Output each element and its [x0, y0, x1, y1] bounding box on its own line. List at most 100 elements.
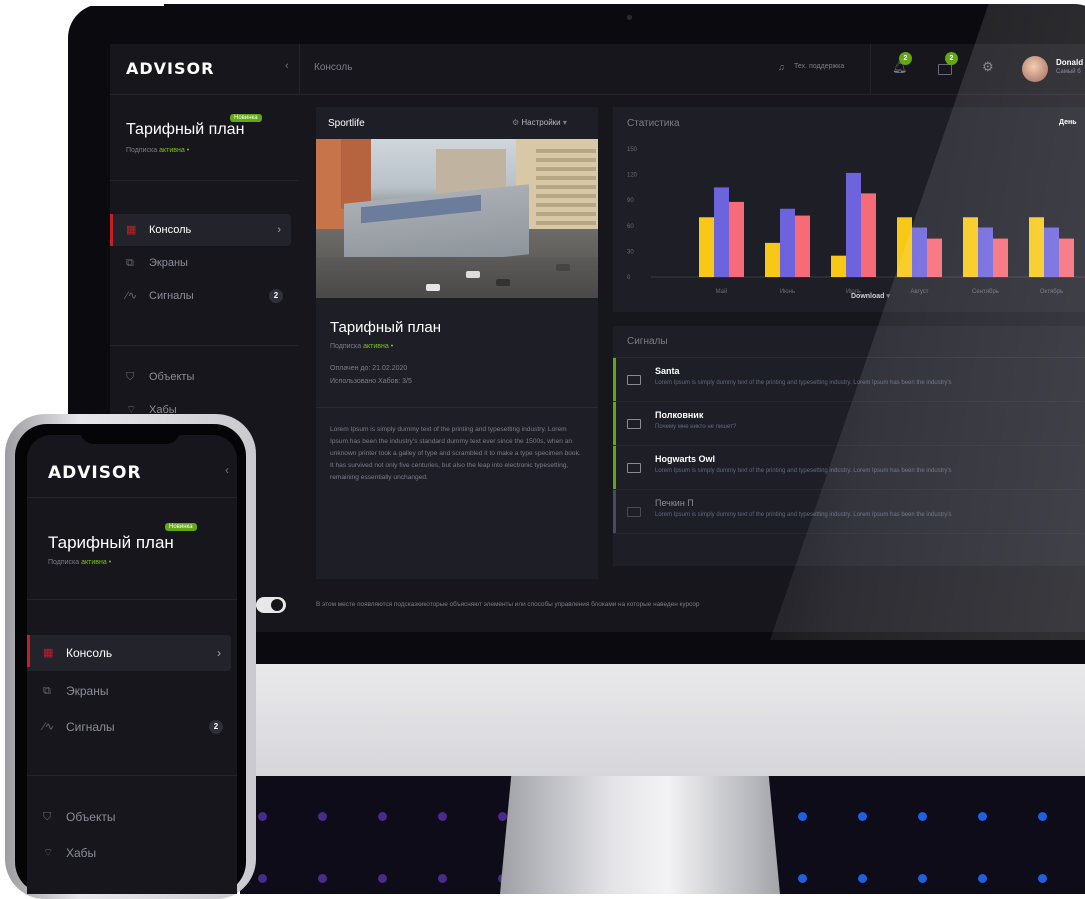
collapse-sidebar-icon[interactable]: ‹ [285, 60, 289, 72]
chart-bar[interactable] [729, 201, 744, 277]
signal-text: Lorem Ipsum is simply dummy text of the … [655, 512, 952, 518]
chart-bar[interactable] [861, 193, 876, 277]
sidebar-item-objects[interactable]: ⛉ Объекты [110, 361, 291, 393]
y-tick-label: 120 [627, 173, 638, 179]
signal-status-bar [613, 490, 616, 533]
user-role: Самый б [1056, 69, 1081, 75]
chart-bar[interactable] [897, 217, 912, 277]
signal-item[interactable]: Полковник Почему мне никто не пишет? [613, 402, 1083, 446]
wifi-icon: ⌔ [43, 847, 54, 859]
sidebar-item-label: Сигналы [66, 720, 115, 734]
shield-icon: ⛉ [43, 811, 52, 823]
chart-bar[interactable] [1059, 238, 1074, 277]
chart-bar[interactable] [912, 227, 927, 277]
settings-dropdown[interactable]: ⚙ Настройки ▾ [512, 118, 567, 127]
mail-icon [627, 463, 641, 473]
settings-label: Настройки [521, 118, 561, 127]
decorative-dot [918, 874, 927, 883]
signal-item[interactable]: Hogwarts Owl Lorem Ipsum is simply dummy… [613, 446, 1083, 490]
mail-icon[interactable] [938, 64, 952, 75]
monitor-stand [500, 776, 780, 894]
sidebar-item-screens[interactable]: ⧉ Экраны [110, 247, 291, 279]
period-dropdown[interactable]: День [1059, 119, 1077, 126]
support-link[interactable]: Тех. поддержка [794, 63, 844, 70]
shield-icon: ⛉ [126, 371, 135, 383]
decorative-dot [798, 812, 807, 821]
mail-icon [627, 375, 641, 385]
chart-bar[interactable] [831, 255, 846, 277]
signal-text: Lorem Ipsum is simply dummy text of the … [655, 468, 952, 474]
bar-chart: 1501209060300Май Июнь Июль Август Сентябрь Ок… [627, 147, 1085, 295]
decorative-dot [978, 874, 987, 883]
subscription-value: активна [81, 559, 107, 566]
headset-icon[interactable]: ♫ [778, 62, 785, 72]
sidebar-item-screens[interactable]: ⧉ Экраны [27, 673, 231, 709]
x-tick-label: Октябрь [1040, 289, 1063, 295]
screens-icon: ⧉ [126, 257, 134, 269]
signal-item[interactable]: Santa Lorem Ipsum is simply dummy text o… [613, 358, 1083, 402]
sidebar-item-console[interactable]: ▦ Консоль › [110, 214, 291, 246]
chevron-right-icon: › [277, 224, 281, 236]
desktop-screen: ADVISOR ‹ Консоль ♫ Тех. поддержка 🔔︎ 2 … [110, 44, 1085, 632]
chart-bar[interactable] [978, 227, 993, 277]
decorative-dot [318, 874, 327, 883]
signal-status-bar [613, 358, 616, 401]
chart-bar[interactable] [927, 238, 942, 277]
new-badge: Новинка [165, 523, 197, 531]
plan-title: Тарифный план [126, 121, 245, 138]
mail-icon [627, 419, 641, 429]
chart-bar[interactable] [846, 172, 861, 277]
chart-bar[interactable] [714, 187, 729, 277]
download-dropdown[interactable]: Download ▾ [851, 292, 890, 300]
card-plan-title: Тарифный план [330, 319, 442, 336]
chart-bar[interactable] [795, 215, 810, 277]
object-title: Sportlife [328, 118, 365, 129]
sidebar-item-console[interactable]: ▦ Консоль › [27, 635, 231, 671]
chart-bar[interactable] [780, 208, 795, 277]
divider [27, 599, 237, 600]
y-tick-label: 60 [627, 224, 634, 230]
decorative-dot [498, 812, 507, 821]
sidebar-item-objects[interactable]: ⛉ Объекты [27, 799, 231, 835]
sidebar-item-label: Объекты [66, 810, 116, 824]
theme-toggle[interactable] [256, 597, 286, 613]
stats-title: Статистика [627, 118, 680, 129]
decorative-dot [258, 812, 267, 821]
card-subscription: Подписка активна • [330, 343, 393, 350]
x-tick-label: Май [716, 288, 728, 295]
footer-hint: В этом месте появляются подсказкикоторые… [316, 601, 700, 608]
sidebar-item-hubs[interactable]: ⌔ Хабы [27, 835, 231, 871]
avatar[interactable] [1022, 56, 1048, 82]
signal-text: Почему мне никто не пишет? [655, 424, 737, 430]
chart-bar[interactable] [699, 217, 714, 277]
signal-status-bar [613, 446, 616, 489]
signal-item[interactable]: Печкин П Lorem Ipsum is simply dummy tex… [613, 490, 1083, 534]
sidebar-item-signals[interactable]: ⁄∿ Сигналы 2 [110, 280, 291, 312]
chart-bar[interactable] [963, 217, 978, 277]
user-name[interactable]: Donald [1056, 58, 1083, 67]
divider [870, 44, 871, 94]
y-tick-label: 90 [627, 198, 634, 204]
decorative-dot [798, 874, 807, 883]
signal-text: Lorem Ipsum is simply dummy text of the … [655, 380, 952, 386]
chart-bar[interactable] [1029, 217, 1044, 277]
decorative-dot [918, 812, 927, 821]
sidebar-item-label: Консоль [66, 646, 113, 660]
signals-card: Сигналы Santa Lorem Ipsum is simply dumm… [613, 326, 1085, 566]
signal-title: Hogwarts Owl [655, 454, 716, 464]
breadcrumb[interactable]: Консоль [314, 62, 352, 73]
plan-title: Тарифный план [48, 533, 174, 552]
chart-bar[interactable] [993, 238, 1008, 277]
messages-badge: 2 [945, 52, 958, 65]
decorative-dot [978, 812, 987, 821]
decorative-dot [258, 874, 267, 883]
gear-icon[interactable]: ⚙ [982, 59, 994, 75]
subscription-status: Подписка активна • [48, 559, 111, 566]
paid-until: Оплачен до: 21.02.2020 [330, 365, 408, 372]
chart-bar[interactable] [765, 242, 780, 277]
collapse-sidebar-icon[interactable]: ‹ [225, 463, 229, 477]
sidebar-item-signals[interactable]: ⁄∿ Сигналы 2 [27, 709, 231, 745]
grid-icon: ▦ [43, 647, 54, 659]
subscription-label: Подписка [48, 559, 80, 566]
chart-bar[interactable] [1044, 227, 1059, 277]
